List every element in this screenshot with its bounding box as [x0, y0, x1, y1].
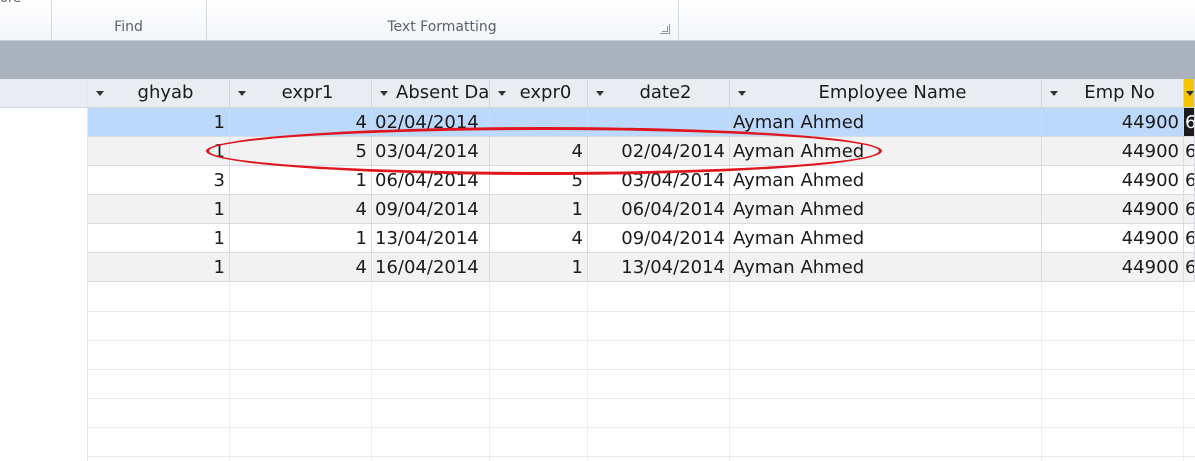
cell-emp-no[interactable]: 44900: [1042, 137, 1184, 165]
navigation-pane-header: [0, 79, 87, 108]
cell-emp-no[interactable]: 44900: [1042, 108, 1184, 136]
ribbon-group-find[interactable]: Find: [51, 0, 207, 40]
column-header-emp-no[interactable]: Emp No: [1042, 79, 1184, 107]
column-header-ghyab[interactable]: ghyab: [88, 79, 230, 107]
cell-employee-name[interactable]: Ayman Ahmed: [730, 108, 1042, 136]
dropdown-arrow-icon[interactable]: [498, 91, 506, 96]
cell-employee-name[interactable]: Ayman Ahmed: [730, 253, 1042, 281]
cell-ghyab[interactable]: 3: [88, 166, 230, 194]
cell-expr1[interactable]: 4: [230, 195, 372, 223]
column-header-date2[interactable]: date2: [588, 79, 730, 107]
grid-line: [1041, 282, 1042, 461]
column-header-expr1[interactable]: expr1: [230, 79, 372, 107]
column-header-absent-date[interactable]: Absent Da: [372, 79, 490, 107]
dialog-launcher-icon[interactable]: [660, 24, 670, 34]
cell-employee-name[interactable]: Ayman Ahmed: [730, 166, 1042, 194]
cell-emp-no[interactable]: 44900: [1042, 166, 1184, 194]
dropdown-arrow-icon[interactable]: [596, 91, 604, 96]
cell-expr1[interactable]: 1: [230, 224, 372, 252]
grid-line: [229, 282, 230, 461]
cell-expr0[interactable]: 1: [490, 253, 588, 281]
cell-date2[interactable]: 13/04/2014: [588, 253, 730, 281]
cell-absent-date[interactable]: 09/04/2014: [372, 195, 490, 223]
table-row[interactable]: 1 1 13/04/2014 4 09/04/2014 Ayman Ahmed …: [88, 224, 1195, 253]
cell-date2[interactable]: 09/04/2014: [588, 224, 730, 252]
column-header-label: Employee Name: [818, 82, 967, 103]
cell-clipped[interactable]: 6: [1184, 137, 1195, 165]
column-header-employee-name[interactable]: Employee Name: [730, 79, 1042, 107]
grid-line: [88, 340, 1195, 341]
grid-line: [88, 456, 1195, 457]
cell-employee-name[interactable]: Ayman Ahmed: [730, 195, 1042, 223]
cell-emp-no[interactable]: 44900: [1042, 253, 1184, 281]
grid-line: [729, 282, 730, 461]
cell-absent-date[interactable]: 13/04/2014: [372, 224, 490, 252]
column-header-expr0[interactable]: expr0: [490, 79, 588, 107]
cell-clipped[interactable]: 6: [1184, 166, 1195, 194]
cell-clipped[interactable]: 6: [1184, 108, 1195, 136]
grid-line: [489, 282, 490, 461]
cell-clipped[interactable]: 6: [1184, 253, 1195, 281]
dropdown-arrow-icon[interactable]: [96, 91, 104, 96]
ribbon: ore Find Text Formatting: [0, 0, 1195, 41]
dropdown-arrow-icon[interactable]: [1186, 91, 1194, 96]
column-header-label: date2: [639, 82, 692, 103]
cell-ghyab[interactable]: 1: [88, 224, 230, 252]
ribbon-group-text-formatting[interactable]: Text Formatting: [206, 0, 679, 40]
column-header-label: expr0: [519, 82, 572, 103]
cell-date2[interactable]: 06/04/2014: [588, 195, 730, 223]
dropdown-arrow-icon[interactable]: [380, 91, 388, 96]
navigation-pane: [0, 79, 88, 461]
grid-line: [88, 369, 1195, 370]
grid-line: [587, 282, 588, 461]
cell-expr0[interactable]: 1: [490, 195, 588, 223]
cell-ghyab[interactable]: 1: [88, 253, 230, 281]
grid-line: [88, 427, 1195, 428]
cell-emp-no[interactable]: 44900: [1042, 195, 1184, 223]
ribbon-group-clipped: [0, 0, 52, 40]
cell-absent-date[interactable]: 16/04/2014: [372, 253, 490, 281]
cell-expr0[interactable]: 4: [490, 224, 588, 252]
column-header-clipped[interactable]: [1184, 79, 1195, 107]
tab-bar: [0, 41, 1195, 79]
cell-expr1[interactable]: 4: [230, 253, 372, 281]
text-formatting-group-label: Text Formatting: [387, 19, 497, 35]
cell-ghyab[interactable]: 1: [88, 108, 230, 136]
find-group-label: Find: [114, 19, 143, 35]
grid-line: [88, 398, 1195, 399]
grid-line: [88, 311, 1195, 312]
column-header-label: Absent Da: [396, 82, 490, 103]
column-header-row: ghyab expr1 Absent Da expr0 date2 Employ…: [88, 79, 1195, 108]
column-header-label: expr1: [281, 82, 334, 103]
dropdown-arrow-icon[interactable]: [1050, 91, 1058, 96]
cell-clipped[interactable]: 6: [1184, 195, 1195, 223]
grid-line: [371, 282, 372, 461]
cell-emp-no[interactable]: 44900: [1042, 224, 1184, 252]
grid-line: [1183, 282, 1184, 461]
column-header-label: ghyab: [137, 82, 194, 103]
cell-clipped[interactable]: 6: [1184, 224, 1195, 252]
highlight-ellipse-annotation: [206, 127, 882, 175]
dropdown-arrow-icon[interactable]: [738, 91, 746, 96]
column-header-label: Emp No: [1084, 82, 1155, 103]
dropdown-arrow-icon[interactable]: [238, 91, 246, 96]
table-row[interactable]: 1 4 09/04/2014 1 06/04/2014 Ayman Ahmed …: [88, 195, 1195, 224]
cell-employee-name[interactable]: Ayman Ahmed: [730, 224, 1042, 252]
table-row[interactable]: 1 4 16/04/2014 1 13/04/2014 Ayman Ahmed …: [88, 253, 1195, 282]
cell-ghyab[interactable]: 1: [88, 195, 230, 223]
